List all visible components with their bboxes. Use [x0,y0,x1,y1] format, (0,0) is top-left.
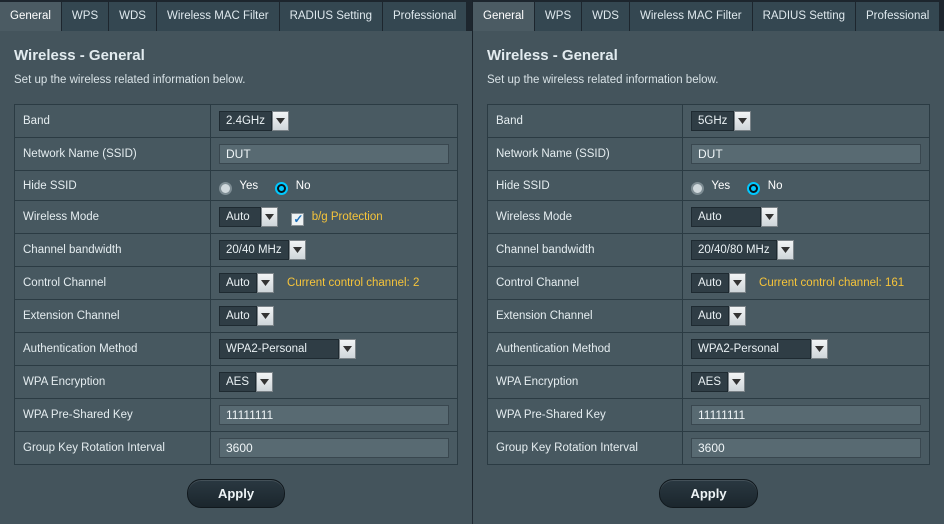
dropdown-icon[interactable] [811,339,828,359]
enc-select[interactable]: AES [219,372,256,392]
dropdown-icon[interactable] [257,273,274,293]
band-select[interactable]: 2.4GHz [219,111,272,131]
tab-wds[interactable]: WDS [582,2,629,31]
tab-mac-filter[interactable]: Wireless MAC Filter [630,2,752,31]
ext-select[interactable]: Auto [691,306,729,326]
bw-select[interactable]: 20/40/80 MHz [691,240,777,260]
label-mode: Wireless Mode [15,201,211,234]
tab-wps[interactable]: WPS [535,2,581,31]
tabs: General WPS WDS Wireless MAC Filter RADI… [473,0,944,31]
psk-input[interactable] [219,405,449,425]
label-no: No [768,180,783,192]
hide-ssid-no[interactable] [747,182,760,195]
gkri-input[interactable] [691,438,921,458]
tab-mac-filter[interactable]: Wireless MAC Filter [157,2,279,31]
mode-select[interactable]: Auto [691,207,761,227]
apply-button[interactable]: Apply [187,479,285,508]
dropdown-icon[interactable] [728,372,745,392]
band-select[interactable]: 5GHz [691,111,734,131]
tab-wps[interactable]: WPS [62,2,108,31]
dropdown-icon[interactable] [729,306,746,326]
label-band: Band [15,105,211,138]
dropdown-icon[interactable] [339,339,356,359]
page-title: Wireless - General [487,41,930,74]
dropdown-icon[interactable] [256,372,273,392]
label-ext: Extension Channel [488,300,683,333]
hide-ssid-yes[interactable] [691,182,704,195]
apply-wrap: Apply [0,465,472,524]
ctrl-current: Current control channel: 161 [759,277,904,289]
label-psk: WPA Pre-Shared Key [15,399,211,432]
ssid-input[interactable] [691,144,921,164]
dropdown-icon[interactable] [272,111,289,131]
page-subtitle: Set up the wireless related information … [487,74,930,104]
label-bw: Channel bandwidth [15,234,211,267]
content: Wireless - General Set up the wireless r… [473,31,944,465]
label-ctrl: Control Channel [15,267,211,300]
label-hide: Hide SSID [15,171,211,201]
label-ctrl: Control Channel [488,267,683,300]
auth-select[interactable]: WPA2-Personal [691,339,811,359]
tab-radius[interactable]: RADIUS Setting [280,2,382,31]
bg-protection-check[interactable] [291,213,304,226]
hide-ssid-no[interactable] [275,182,288,195]
psk-input[interactable] [691,405,921,425]
hide-ssid-yes[interactable] [219,182,232,195]
cell-band: 2.4GHz [211,105,458,138]
label-yes: Yes [711,180,730,192]
apply-button[interactable]: Apply [659,479,757,508]
tabs: General WPS WDS Wireless MAC Filter RADI… [0,0,472,31]
content: Wireless - General Set up the wireless r… [0,31,472,465]
label-ssid: Network Name (SSID) [15,138,211,171]
apply-wrap: Apply [473,465,944,524]
ctrl-select[interactable]: Auto [691,273,729,293]
page-subtitle: Set up the wireless related information … [14,74,458,104]
dropdown-icon[interactable] [761,207,778,227]
tab-wds[interactable]: WDS [109,2,156,31]
dropdown-icon[interactable] [261,207,278,227]
settings-table: Band 2.4GHz Network Name (SSID) Hide SSI… [14,104,458,465]
label-band: Band [488,105,683,138]
label-no: No [296,180,311,192]
tab-professional[interactable]: Professional [383,2,466,31]
dropdown-icon[interactable] [777,240,794,260]
ctrl-select[interactable]: Auto [219,273,257,293]
label-ext: Extension Channel [15,300,211,333]
ssid-input[interactable] [219,144,449,164]
label-ssid: Network Name (SSID) [488,138,683,171]
label-yes: Yes [239,180,258,192]
ext-select[interactable]: Auto [219,306,257,326]
tab-radius[interactable]: RADIUS Setting [753,2,855,31]
dropdown-icon[interactable] [729,273,746,293]
tab-general[interactable]: General [473,2,534,31]
dropdown-icon[interactable] [257,306,274,326]
auth-select[interactable]: WPA2-Personal [219,339,339,359]
label-auth: Authentication Method [488,333,683,366]
dropdown-icon[interactable] [289,240,306,260]
gkri-input[interactable] [219,438,449,458]
wireless-panel-right: General WPS WDS Wireless MAC Filter RADI… [472,0,944,500]
label-enc: WPA Encryption [488,366,683,399]
dropdown-icon[interactable] [734,111,751,131]
settings-table: Band 5GHz Network Name (SSID) Hide SSID … [487,104,930,465]
label-mode: Wireless Mode [488,201,683,234]
label-gkri: Group Key Rotation Interval [488,432,683,465]
tab-professional[interactable]: Professional [856,2,939,31]
page-title: Wireless - General [14,41,458,74]
ctrl-current: Current control channel: 2 [287,277,419,289]
tab-general[interactable]: General [0,2,61,31]
label-bw: Channel bandwidth [488,234,683,267]
mode-select[interactable]: Auto [219,207,261,227]
bg-protection-label: b/g Protection [312,211,383,223]
label-hide: Hide SSID [488,171,683,201]
label-enc: WPA Encryption [15,366,211,399]
label-gkri: Group Key Rotation Interval [15,432,211,465]
label-psk: WPA Pre-Shared Key [488,399,683,432]
wireless-panel-left: General WPS WDS Wireless MAC Filter RADI… [0,0,472,500]
bw-select[interactable]: 20/40 MHz [219,240,289,260]
enc-select[interactable]: AES [691,372,728,392]
label-auth: Authentication Method [15,333,211,366]
